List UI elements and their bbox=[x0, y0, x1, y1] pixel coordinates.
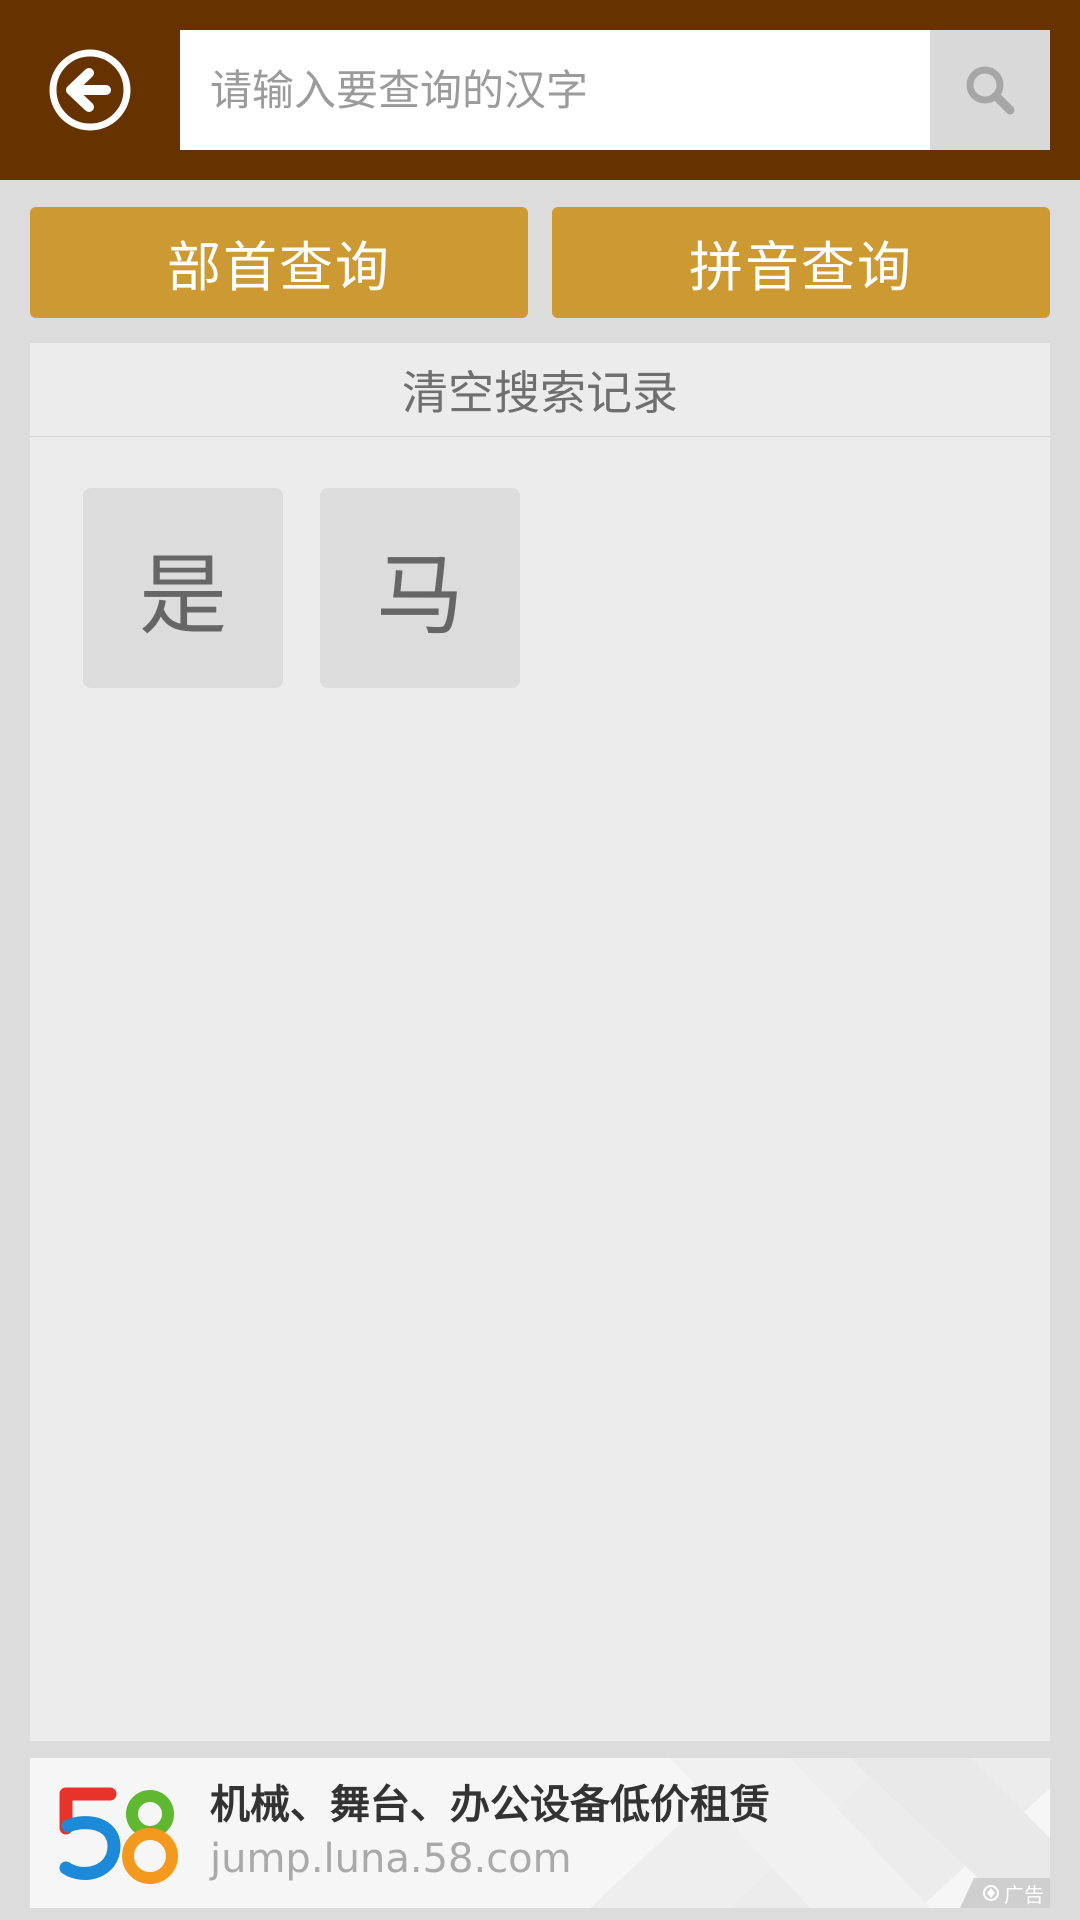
history-item[interactable]: 马 bbox=[320, 488, 520, 688]
search-button[interactable] bbox=[930, 30, 1050, 150]
pinyin-query-button[interactable]: 拼音查询 bbox=[552, 207, 1050, 318]
search-history-panel: 清空搜索记录 是 马 bbox=[30, 343, 1050, 1741]
search-bar bbox=[180, 30, 1050, 150]
arrow-left-circle-icon bbox=[49, 49, 131, 131]
ad-url: jump.luna.58.com bbox=[210, 1836, 572, 1882]
history-item[interactable]: 是 bbox=[83, 488, 283, 688]
top-bar bbox=[0, 0, 1080, 180]
search-input[interactable] bbox=[180, 30, 930, 150]
ad-title: 机械、舞台、办公设备低价租赁 bbox=[210, 1782, 770, 1828]
search-icon bbox=[966, 66, 1015, 115]
58-logo bbox=[58, 1780, 182, 1890]
back-button[interactable] bbox=[40, 40, 140, 140]
ad-close-icon bbox=[983, 1885, 999, 1901]
clear-history-button[interactable]: 清空搜索记录 bbox=[30, 343, 1050, 437]
ad-banner[interactable]: 机械、舞台、办公设备低价租赁 jump.luna.58.com 广告 bbox=[30, 1758, 1050, 1908]
ad-badge: 广告 bbox=[960, 1878, 1050, 1908]
radical-query-button[interactable]: 部首查询 bbox=[30, 207, 528, 318]
ad-badge-label: 广告 bbox=[1004, 1882, 1044, 1907]
